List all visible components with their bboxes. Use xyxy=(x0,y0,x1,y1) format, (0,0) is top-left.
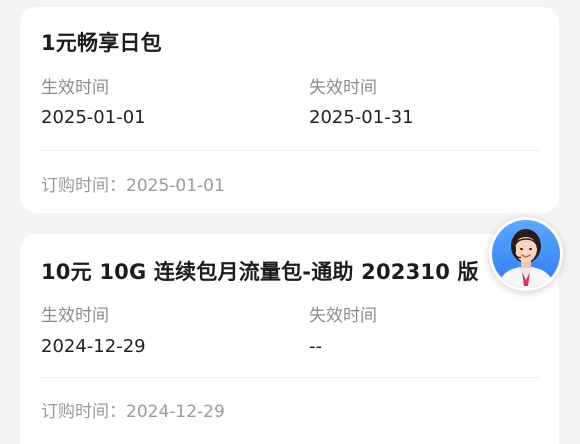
effective-time-label: 生效时间 xyxy=(41,306,109,326)
package-title: 10元 10G 连续包月流量包-通助 202310 版 xyxy=(41,260,479,284)
package-card[interactable]: 1元畅享日包 生效时间 失效时间 2025-01-01 2025-01-31 订… xyxy=(20,7,559,213)
expiry-time-value: 2025-01-31 xyxy=(309,107,414,128)
package-card[interactable]: 10元 10G 连续包月流量包-通助 202310 版 生效时间 失效时间 20… xyxy=(20,234,559,444)
expiry-time-label: 失效时间 xyxy=(309,78,377,98)
divider xyxy=(41,377,540,378)
effective-time-value: 2025-01-01 xyxy=(41,107,146,128)
customer-service-avatar-button[interactable] xyxy=(489,217,563,291)
customer-service-avatar-icon xyxy=(492,220,560,288)
divider xyxy=(41,150,540,151)
expiry-time-label: 失效时间 xyxy=(309,306,377,326)
effective-time-value: 2024-12-29 xyxy=(41,336,146,357)
package-title: 1元畅享日包 xyxy=(41,31,162,55)
order-time: 订购时间：2025-01-01 xyxy=(41,176,225,196)
order-time: 订购时间：2024-12-29 xyxy=(41,402,225,422)
expiry-time-value: -- xyxy=(309,336,322,357)
effective-time-label: 生效时间 xyxy=(41,78,109,98)
